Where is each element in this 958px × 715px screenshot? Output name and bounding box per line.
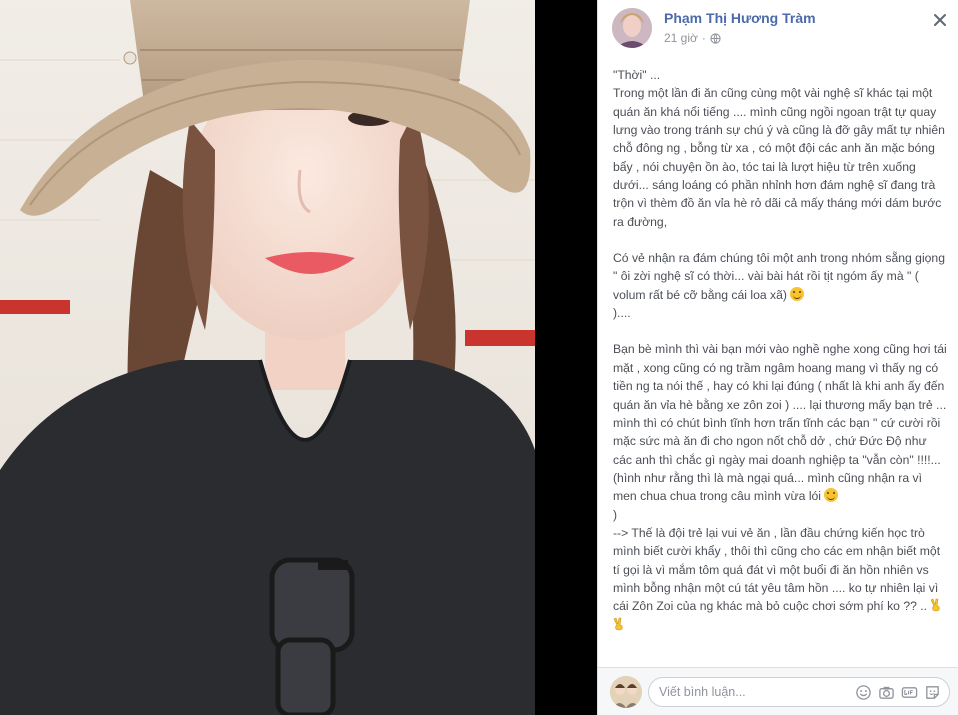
comment-input-box[interactable] bbox=[648, 677, 950, 707]
smile-emoji-icon bbox=[790, 286, 805, 301]
camera-icon[interactable] bbox=[878, 684, 895, 701]
comment-bar bbox=[598, 667, 958, 715]
author-avatar[interactable] bbox=[612, 8, 652, 48]
post-paragraph-2: Có vẻ nhận ra đám chúng tôi một anh tron… bbox=[613, 251, 945, 321]
post-paragraph-4: --> Thế là đội trẻ lại vui vẻ ăn , lần đ… bbox=[613, 524, 947, 634]
post-meta: 21 giờ · bbox=[664, 31, 721, 45]
selfie-illustration bbox=[0, 0, 535, 715]
victory-hand-emoji-icon bbox=[931, 598, 941, 612]
gif-icon[interactable] bbox=[901, 684, 918, 701]
globe-icon[interactable] bbox=[710, 32, 721, 44]
post-header: Phạm Thị Hương Tràm 21 giờ · bbox=[612, 8, 950, 52]
close-icon[interactable] bbox=[930, 10, 950, 30]
commenter-avatar bbox=[610, 676, 642, 708]
post-timestamp[interactable]: 21 giờ bbox=[664, 31, 698, 45]
post-panel: Phạm Thị Hương Tràm 21 giờ · "Thời" ... … bbox=[597, 0, 958, 715]
post-text: "Thời" ... Trong một lần đi ăn cũng cùng… bbox=[613, 66, 947, 666]
post-photo[interactable] bbox=[0, 0, 535, 715]
sticker-icon[interactable] bbox=[924, 684, 941, 701]
victory-hand-emoji-icon bbox=[613, 617, 623, 630]
comment-input[interactable] bbox=[659, 683, 829, 701]
emoji-icon[interactable] bbox=[855, 684, 872, 701]
comment-tools bbox=[855, 684, 941, 701]
author-name-link[interactable]: Phạm Thị Hương Tràm bbox=[664, 10, 816, 26]
smile-emoji-icon bbox=[824, 488, 839, 503]
post-paragraph-3: Bạn bè mình thì vài bạn mới vào nghề ngh… bbox=[613, 342, 947, 522]
post-paragraph-1: "Thời" ... Trong một lần đi ăn cũng cùng… bbox=[613, 68, 945, 229]
